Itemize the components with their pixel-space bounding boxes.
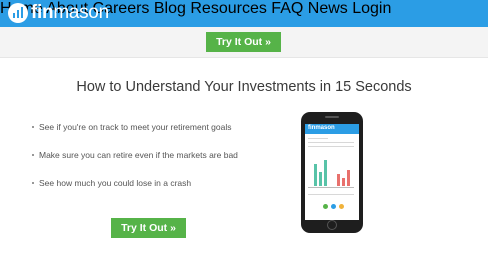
page: finmason Home About Careers Blog Resourc…	[0, 0, 488, 258]
feature-item: Make sure you can retire even if the mar…	[32, 150, 238, 178]
try-it-out-button-top[interactable]: Try It Out »	[206, 32, 281, 52]
phone-speaker	[325, 116, 339, 118]
nav-faq[interactable]: FAQ	[271, 0, 303, 17]
logo-text: finmason	[31, 2, 109, 23]
phone-screen: finmason	[305, 124, 359, 220]
app-header: finmason	[305, 124, 359, 134]
site-header: finmason Home About Careers Blog Resourc…	[0, 0, 488, 27]
nav-resources[interactable]: Resources	[190, 0, 266, 17]
feature-list: See if you're on track to meet your reti…	[32, 122, 238, 206]
phone-home-button	[327, 220, 337, 230]
nav-news[interactable]: News	[308, 0, 348, 17]
logo-icon	[8, 3, 28, 23]
feature-item: See if you're on track to meet your reti…	[32, 122, 238, 150]
feature-item: See how much you could lose in a crash	[32, 178, 238, 206]
app-logo: finmason	[308, 125, 335, 131]
try-it-out-button-bottom[interactable]: Try It Out »	[111, 218, 186, 238]
smartphone-icon: finmason	[301, 112, 363, 233]
nav-login[interactable]: Login	[352, 0, 391, 17]
nav-blog[interactable]: Blog	[154, 0, 186, 17]
page-headline: How to Understand Your Investments in 15…	[76, 79, 412, 95]
logo[interactable]: finmason	[8, 3, 109, 23]
